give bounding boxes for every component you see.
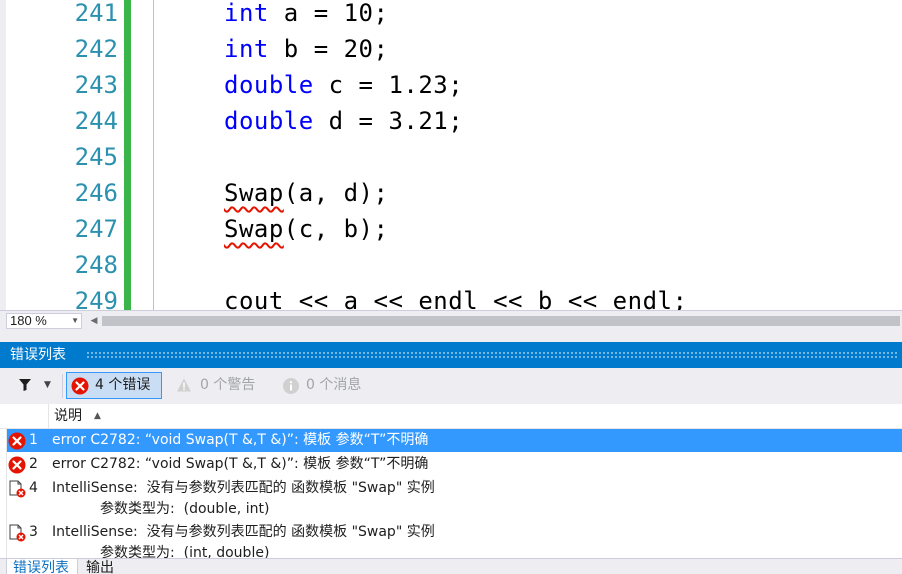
table-row[interactable]: 2 error C2782: “void Swap(T &,T &)”: 模板 … (7, 453, 902, 476)
error-description: IntelliSense: 没有与参数列表匹配的 函数模板 "Swap" 实例 (52, 524, 435, 540)
warnings-filter-button[interactable]: 0 个警告 (172, 372, 272, 399)
column-divider (48, 404, 49, 429)
line-number: 245 (74, 143, 118, 171)
line-number: 249 (74, 287, 118, 310)
error-description: IntelliSense: 没有与参数列表匹配的 函数模板 "Swap" 实例 (52, 480, 435, 496)
table-row[interactable]: 3 IntelliSense: 没有与参数列表匹配的 函数模板 "Swap" 实… (7, 521, 902, 558)
code-line[interactable]: Swap(c, b); (224, 211, 388, 247)
line-number: 248 (74, 251, 118, 279)
keyword: double (224, 71, 314, 99)
code-text: (c, b); (283, 215, 389, 243)
row-number: 4 (29, 480, 38, 496)
code-editor[interactable]: 241 242 243 244 245 246 247 248 249 int … (0, 0, 902, 310)
horizontal-scrollbar-thumb[interactable] (102, 316, 900, 326)
code-text: a = 10; (268, 0, 389, 27)
error-icon (71, 377, 89, 395)
line-number: 247 (74, 215, 118, 243)
line-number: 243 (74, 71, 118, 99)
panel-separator (0, 330, 902, 342)
editor-bottom-bar: 180 % ▼ ◀ (0, 310, 902, 330)
error-list-table: 说明 ▲ 1 error C2782: “void Swap(T &,T &)”… (0, 404, 902, 558)
code-text: d = 3.21; (313, 107, 464, 135)
grip-pattern (86, 351, 898, 358)
code-text: c = 1.23; (313, 71, 464, 99)
error-detail: 参数类型为: (double, int) (100, 501, 270, 517)
filter-button[interactable]: ▼ (14, 376, 58, 398)
tab-error-list[interactable]: 错误列表 (6, 559, 78, 574)
code-line[interactable]: cout << a << endl << b << endl; (224, 283, 687, 310)
tab-output[interactable]: 输出 (86, 559, 114, 574)
keyword: int (224, 35, 269, 63)
info-icon (283, 378, 299, 394)
line-number: 244 (74, 107, 118, 135)
code-line[interactable]: Swap(a, d); (224, 175, 388, 211)
line-number: 246 (74, 179, 118, 207)
code-text: (a, d); (283, 179, 389, 207)
row-number: 3 (29, 524, 38, 540)
filter-icon (19, 379, 31, 391)
code-line[interactable]: double c = 1.23; (224, 67, 463, 103)
intellisense-error-icon (9, 480, 26, 498)
error-icon (8, 456, 26, 474)
table-row[interactable]: 1 error C2782: “void Swap(T &,T &)”: 模板 … (7, 429, 902, 452)
errors-filter-button[interactable]: 4 个错误 (66, 372, 162, 399)
error-description: error C2782: “void Swap(T &,T &)”: 模板 参数… (52, 432, 429, 448)
panel-title: 错误列表 (10, 347, 66, 363)
table-row[interactable]: 4 IntelliSense: 没有与参数列表匹配的 函数模板 "Swap" 实… (7, 477, 902, 521)
sort-ascending-icon: ▲ (94, 411, 101, 421)
error-description: error C2782: “void Swap(T &,T &)”: 模板 参数… (52, 456, 429, 472)
error-detail: 参数类型为: (int, double) (100, 545, 270, 558)
line-number: 241 (74, 0, 118, 27)
warnings-count-label: 0 个警告 (200, 377, 256, 393)
code-line[interactable]: double d = 3.21; (224, 103, 463, 139)
scroll-left-arrow-icon[interactable]: ◀ (88, 313, 100, 329)
code-line[interactable]: int b = 20; (224, 31, 388, 67)
dropdown-arrow-icon: ▼ (71, 316, 79, 325)
warning-icon (177, 378, 191, 392)
errors-count-label: 4 个错误 (95, 377, 151, 393)
zoom-dropdown[interactable]: 180 % ▼ (6, 313, 82, 329)
zoom-level: 180 % (10, 313, 47, 328)
chevron-down-icon: ▼ (44, 380, 51, 390)
code-text: b = 20; (268, 35, 389, 63)
line-number: 242 (74, 35, 118, 63)
error-squiggle-identifier[interactable]: Swap (224, 215, 284, 243)
toolbar-divider (62, 374, 63, 398)
error-icon (8, 432, 26, 450)
intellisense-error-icon (9, 524, 26, 542)
row-number: 1 (29, 432, 38, 448)
table-header: 说明 ▲ (0, 404, 902, 429)
keyword: double (224, 107, 314, 135)
keyword: int (224, 0, 269, 27)
column-header-description[interactable]: 说明 (54, 404, 82, 429)
error-squiggle-identifier[interactable]: Swap (224, 179, 284, 207)
messages-filter-button[interactable]: 0 个消息 (280, 372, 380, 399)
line-number-gutter: 241 242 243 244 245 246 247 248 249 (6, 0, 120, 310)
code-line[interactable]: int a = 10; (224, 0, 388, 31)
messages-count-label: 0 个消息 (306, 377, 362, 393)
row-number: 2 (29, 456, 38, 472)
indent-guide (153, 0, 154, 310)
error-list-toolbar: ▼ 4 个错误 0 个警告 0 个消息 (0, 368, 902, 404)
error-list-title-bar[interactable]: 错误列表 (0, 342, 902, 368)
tool-window-tabs: 错误列表 输出 (0, 558, 902, 574)
change-tracking-bar (124, 0, 131, 310)
